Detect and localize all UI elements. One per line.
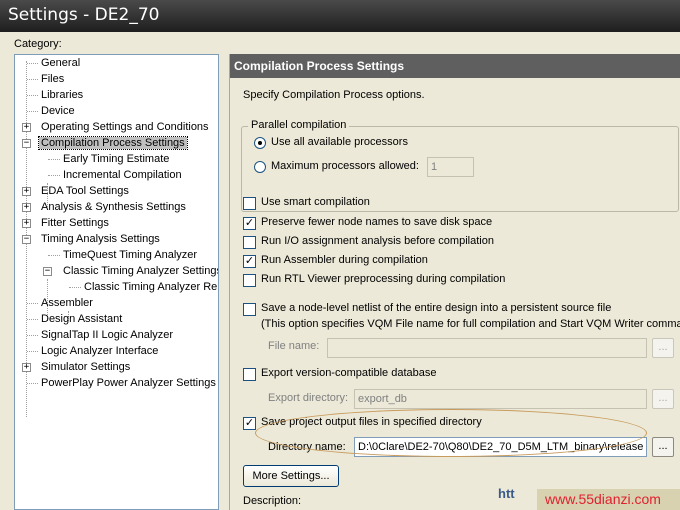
expand-icon[interactable]: + [22,203,31,212]
export-database-label[interactable]: Export version-compatible database [261,367,436,379]
use-all-processors-label[interactable]: Use all available processors [271,136,408,148]
tree-line [27,111,38,112]
tree-item-powerplay[interactable]: PowerPlay Power Analyzer Settings [39,375,218,391]
panel-description: Specify Compilation Process options. [243,89,425,101]
tree-item-eda-tool[interactable]: EDA Tool Settings [39,183,131,199]
preserve-node-names-checkbox[interactable]: ✓ [243,217,256,230]
tree-item-fitter[interactable]: Fitter Settings [39,215,111,231]
collapse-icon[interactable]: − [43,267,52,276]
tree-item-early-timing[interactable]: Early Timing Estimate [61,151,171,167]
description-label: Description: [243,495,302,507]
tree-line [27,79,38,80]
tree-line [48,159,60,160]
use-all-processors-radio[interactable] [254,137,266,149]
save-netlist-checkbox[interactable] [243,303,256,316]
tree-item-design-assistant[interactable]: Design Assistant [39,311,124,327]
file-name-browse-button[interactable]: ... [652,338,674,358]
smart-compilation-checkbox[interactable] [243,197,256,210]
tree-item-operating-settings[interactable]: Operating Settings and Conditions [39,119,211,135]
tree-line [27,335,38,336]
dialog-body: Category: General Files Libraries Device… [0,32,680,510]
save-netlist-label[interactable]: Save a node-level netlist of the entire … [261,302,611,314]
tree-item-signaltap[interactable]: SignalTap II Logic Analyzer [39,327,175,343]
watermark-partial: htt [498,486,515,501]
tree-item-assembler[interactable]: Assembler [39,295,95,311]
window-title: Settings - DE2_70 [8,5,160,25]
run-assembler-checkbox[interactable]: ✓ [243,255,256,268]
collapse-icon[interactable]: − [22,235,31,244]
tree-item-timing-analysis[interactable]: Timing Analysis Settings [39,231,162,247]
more-settings-button[interactable]: More Settings... [243,465,339,487]
tree-item-compilation-process[interactable]: Compilation Process Settings [38,135,188,151]
max-processors-field[interactable]: 1 [427,157,474,177]
file-name-label: File name: [268,340,320,352]
tree-line [69,287,81,288]
save-output-checkbox[interactable]: ✓ [243,417,256,430]
tree-item-analysis-synthesis[interactable]: Analysis & Synthesis Settings [39,199,188,215]
smart-compilation-label[interactable]: Use smart compilation [261,196,370,208]
directory-name-field[interactable]: D:\0Clare\DE2-70\Q80\DE2_70_D5M_LTM_bina… [354,437,647,457]
io-assignment-checkbox[interactable] [243,236,256,249]
netlist-note: (This option specifies VQM File name for… [261,318,680,330]
directory-name-browse-button[interactable]: ... [652,437,674,457]
save-output-label[interactable]: Save project output files in specified d… [261,416,482,428]
run-assembler-label[interactable]: Run Assembler during compilation [261,254,428,266]
max-processors-label[interactable]: Maximum processors allowed: [271,160,419,172]
export-directory-field[interactable]: export_db [354,389,647,409]
rtl-viewer-checkbox[interactable] [243,274,256,287]
tree-item-device[interactable]: Device [39,103,77,119]
max-processors-radio[interactable] [254,161,266,173]
export-database-checkbox[interactable] [243,368,256,381]
expand-icon[interactable]: + [22,219,31,228]
export-directory-label: Export directory: [268,392,349,404]
tree-item-classic-timing-reports[interactable]: Classic Timing Analyzer Repo [82,279,218,295]
collapse-icon[interactable]: − [22,139,31,148]
tree-line [27,63,38,64]
tree-item-logic-analyzer-interface[interactable]: Logic Analyzer Interface [39,343,160,359]
category-label: Category: [14,38,62,50]
tree-line [27,319,38,320]
file-name-field[interactable] [327,338,647,358]
tree-line [48,255,60,256]
parallel-compilation-legend: Parallel compilation [248,119,350,131]
tree-item-files[interactable]: Files [39,71,66,87]
title-bar: Settings - DE2_70 [0,0,680,32]
tree-item-libraries[interactable]: Libraries [39,87,85,103]
export-directory-browse-button[interactable]: ... [652,389,674,409]
expand-icon[interactable]: + [22,363,31,372]
tree-item-incremental[interactable]: Incremental Compilation [61,167,184,183]
settings-panel: Compilation Process Settings Specify Com… [229,54,680,510]
expand-icon[interactable]: + [22,187,31,196]
directory-name-label: Directory name: [268,441,346,453]
tree-item-classic-timing[interactable]: Classic Timing Analyzer Settings [61,263,218,279]
category-tree[interactable]: General Files Libraries Device + Operati… [14,54,219,510]
panel-header: Compilation Process Settings [230,54,680,78]
io-assignment-label[interactable]: Run I/O assignment analysis before compi… [261,235,494,247]
tree-line [27,303,38,304]
tree-line [27,351,38,352]
tree-item-simulator[interactable]: Simulator Settings [39,359,132,375]
tree-item-timequest[interactable]: TimeQuest Timing Analyzer [61,247,199,263]
tree-item-general[interactable]: General [39,55,82,71]
rtl-viewer-label[interactable]: Run RTL Viewer preprocessing during comp… [261,273,505,285]
watermark-site: www.55dianzi.com [537,489,680,510]
tree-line [27,383,38,384]
tree-line [48,175,60,176]
preserve-node-names-label[interactable]: Preserve fewer node names to save disk s… [261,216,492,228]
expand-icon[interactable]: + [22,123,31,132]
tree-line [27,95,38,96]
